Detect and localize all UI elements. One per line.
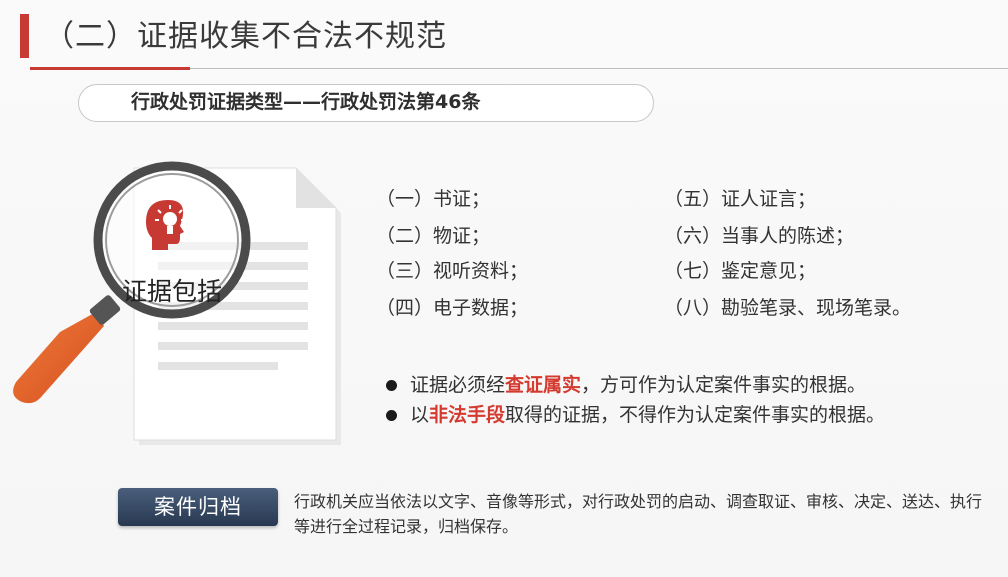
archive-description: 行政机关应当依法以文字、音像等形式，对行政处罚的启动、调查取证、审核、决定、送达…: [294, 492, 983, 536]
evidence-type-1: （一）书证；: [376, 188, 491, 210]
evidence-type-3: （三）视听资料；: [376, 260, 529, 282]
evidence-type-7: （七）鉴定意见；: [664, 260, 817, 282]
evidence-type-4: （四）电子数据；: [376, 297, 529, 319]
case-archive-button[interactable]: 案件归档: [118, 488, 278, 526]
page-title: （二）证据收集不合法不规范: [44, 19, 447, 54]
rule-suffix: 取得的证据，不得作为认定案件事实的根据。: [505, 404, 886, 426]
rule-prefix: 证据必须经: [410, 374, 506, 396]
rule-suffix: ，方可作为认定案件事实的根据。: [581, 374, 867, 396]
rule-illegal-evidence: 以非法手段取得的证据，不得作为认定案件事实的根据。: [410, 402, 885, 428]
bullet-dot: [386, 410, 397, 421]
subtitle-pill: 行政处罚证据类型——行政处罚法第46条: [78, 84, 654, 122]
subtitle-text: 行政处罚证据类型——行政处罚法第46条: [131, 91, 481, 113]
evidence-type-5: （五）证人证言；: [664, 188, 817, 210]
magnifier-label: 证据包括: [122, 277, 223, 306]
bullet-dot: [386, 380, 397, 391]
title-divider-accent: [30, 67, 190, 70]
evidence-type-8: （八）勘验笔录、现场笔录。: [664, 297, 912, 319]
slide: （二）证据收集不合法不规范 行政处罚证据类型——行政处罚法第46条 证据包括 （…: [0, 0, 1008, 577]
title-accent-bar: [20, 14, 29, 58]
evidence-type-2: （二）物证；: [376, 225, 491, 247]
rule-prefix: 以: [410, 404, 430, 426]
evidence-type-6: （六）当事人的陈述；: [664, 225, 855, 247]
rule-verified-evidence: 证据必须经查证属实，方可作为认定案件事实的根据。: [410, 372, 866, 398]
rule-highlight: 查证属实: [505, 374, 582, 396]
rule-highlight: 非法手段: [429, 404, 506, 426]
